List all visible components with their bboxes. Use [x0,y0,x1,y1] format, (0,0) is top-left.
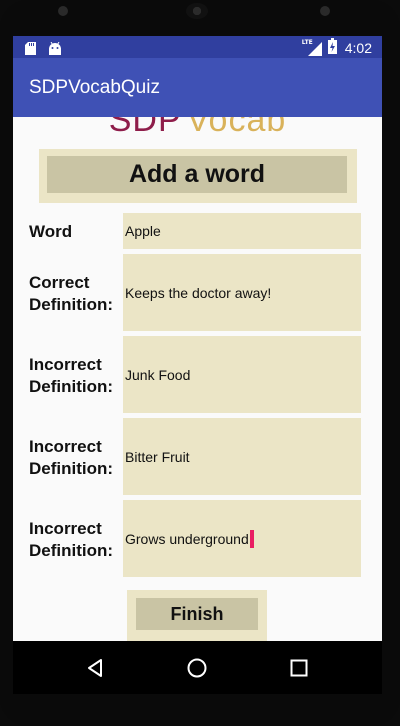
incorrect-definition-3-value: Grows underground [125,530,249,547]
logo: SDP Vocab [13,117,382,141]
scroll-content[interactable]: SDP Vocab Add a word Word Apple Correct … [13,117,382,641]
correct-definition-value: Keeps the doctor away! [125,284,272,301]
header-inner: Add a word [47,156,347,193]
incorrect-definition-3-label: Incorrect Definition: [29,518,113,562]
logo-sdp: SDP [108,117,182,139]
app-bar: SDPVocabQuiz [13,58,382,117]
incorrect2-label-line2: Definition: [29,459,114,478]
correct-definition-label: Correct Definition: [29,272,113,316]
incorrect-definition-2-value: Bitter Fruit [125,448,190,465]
word-field-value: Apple [125,223,161,239]
finish-button-label: Finish [170,603,224,624]
earpiece-speaker [186,3,208,19]
logo-vocab: Vocab [186,117,287,139]
incorrect-definition-1-field[interactable]: Junk Food [123,336,361,413]
header-banner: Add a word [39,149,357,203]
recents-icon [290,659,308,677]
incorrect-definition-3-field[interactable]: Grows underground [123,500,361,577]
sd-card-icon [25,40,36,59]
clock: 4:02 [344,40,372,56]
incorrect-definition-2-field[interactable]: Bitter Fruit [123,418,361,495]
front-camera [58,6,68,16]
back-button[interactable] [80,653,110,683]
incorrect2-label-line1: Incorrect [29,437,102,456]
incorrect1-label-line2: Definition: [29,377,114,396]
status-bar: LTE 4:02 [13,36,382,58]
correct-definition-field[interactable]: Keeps the doctor away! [123,254,361,331]
android-icon [48,40,62,59]
incorrect3-label-line2: Definition: [29,541,114,560]
text-cursor [249,529,254,548]
navigation-bar [13,641,382,694]
network-type-label: LTE [301,39,313,46]
finish-button-frame: Finish [127,590,267,641]
word-label: Word [29,221,72,243]
incorrect-definition-1-value: Junk Food [125,366,191,383]
incorrect-definition-1-label: Incorrect Definition: [29,354,113,398]
recents-button[interactable] [284,653,314,683]
incorrect1-label-line1: Incorrect [29,355,102,374]
finish-button[interactable]: Finish [136,598,258,630]
proximity-sensor [320,6,330,16]
home-button[interactable] [182,653,212,683]
correct-label-line1: Correct [29,273,90,292]
word-label-text: Word [29,222,73,241]
battery-icon [327,38,337,58]
incorrect3-label-line1: Incorrect [29,519,102,538]
incorrect-definition-2-label: Incorrect Definition: [29,436,113,480]
page-title: Add a word [128,160,266,188]
screen: LTE 4:02 SDPVocabQuiz SDP Vocab Add a wo… [13,36,382,694]
app-title: SDPVocabQuiz [29,77,160,98]
word-field[interactable]: Apple [123,213,361,249]
home-icon [187,658,207,678]
device-top-bezel [0,0,400,36]
back-icon [88,659,102,677]
correct-label-line2: Definition: [29,295,114,314]
device-frame: LTE 4:02 SDPVocabQuiz SDP Vocab Add a wo… [0,0,400,726]
signal-icon: LTE [302,39,322,56]
